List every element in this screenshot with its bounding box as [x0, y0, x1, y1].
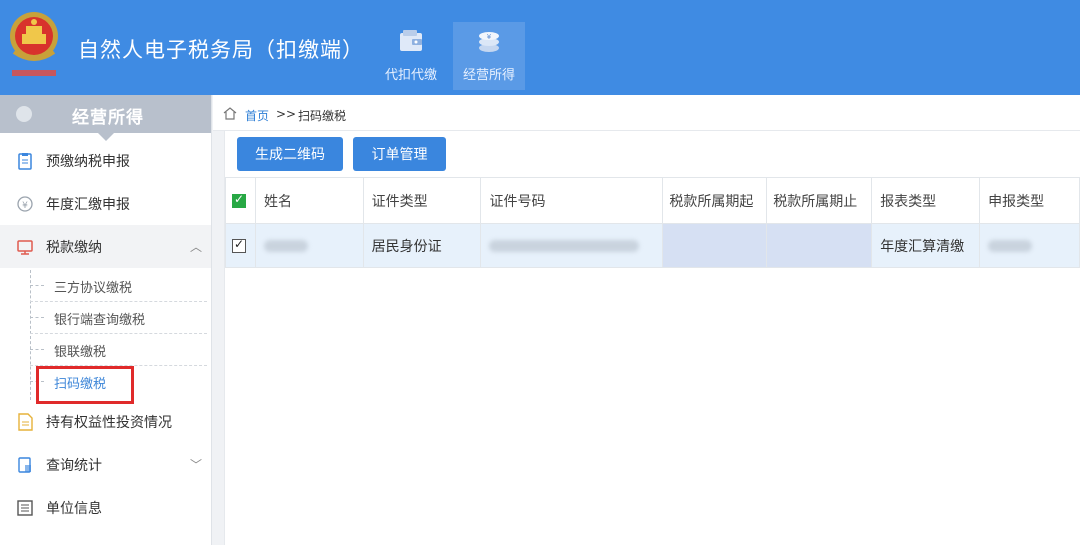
- cell-period-start: [662, 223, 767, 268]
- row-checkbox[interactable]: [232, 237, 246, 253]
- column-header-declare-type: 申报类型: [979, 177, 1080, 224]
- breadcrumb-current: 扫码缴税: [298, 109, 347, 123]
- sidebar-subitem-label: 银联缴税: [54, 345, 107, 360]
- cell-period-end: [766, 223, 873, 268]
- report-icon: [18, 456, 31, 473]
- list-icon: [17, 499, 33, 516]
- sidebar-subitem-label: 银行端查询缴税: [54, 313, 146, 328]
- top-nav-business-income[interactable]: ¥ 经营所得: [453, 22, 525, 90]
- column-header-id-type: 证件类型: [362, 177, 482, 224]
- chevron-up-icon: ︿: [190, 240, 203, 254]
- sidebar-item-label: 查询统计: [46, 457, 102, 474]
- breadcrumb: 首页 >> 扫码缴税: [213, 95, 1080, 131]
- main-content: 生成二维码 订单管理 姓名 证件类型 证件号码 税款所属期起 税款所属期止 报表…: [224, 131, 1080, 545]
- order-management-button[interactable]: 订单管理: [353, 137, 446, 171]
- sidebar-item-label: 年度汇缴申报: [46, 196, 130, 213]
- sidebar-header: 经营所得: [0, 95, 211, 141]
- yuan-coin-icon: ¥: [17, 195, 33, 212]
- table-row[interactable]: 居民身份证 年度汇算清缴: [225, 223, 1080, 268]
- app-title: 自然人电子税务局（扣缴端）: [78, 38, 364, 62]
- sidebar-item-query-stats[interactable]: 查询统计 ﹀: [0, 443, 211, 486]
- highlight-box: [36, 366, 134, 404]
- monitor-icon: [17, 239, 33, 255]
- sidebar-item-annual-settlement[interactable]: ¥ 年度汇缴申报: [0, 182, 211, 225]
- sidebar-item-prepay-declaration[interactable]: 预缴纳税申报: [0, 139, 211, 182]
- sidebar-subitem-unionpay[interactable]: 银联缴税: [0, 334, 211, 366]
- wallet-icon: [400, 30, 422, 51]
- top-nav: 代扣代缴 ¥ 经营所得: [375, 22, 531, 90]
- redacted-declare-type: [988, 239, 1033, 252]
- column-header-period-end: 税款所属期止: [766, 177, 873, 224]
- home-icon: [223, 107, 237, 120]
- column-header-report-type: 报表类型: [871, 177, 981, 224]
- sidebar-title: 经营所得: [72, 108, 144, 128]
- breadcrumb-home-link[interactable]: 首页: [245, 107, 269, 124]
- sidebar-item-label: 税款缴纳: [46, 239, 102, 256]
- chevron-down-icon: ﹀: [190, 458, 203, 472]
- column-header-id-number: 证件号码: [480, 177, 664, 224]
- app-header: 自然人电子税务局（扣缴端） 代扣代缴 ¥ 经营所得: [0, 0, 1080, 95]
- sidebar-subitem-label: 三方协议缴税: [54, 281, 133, 296]
- sidebar-item-equity-investment[interactable]: 持有权益性投资情况: [0, 400, 211, 443]
- top-nav-label: 代扣代缴: [384, 68, 437, 83]
- generate-qr-button[interactable]: 生成二维码: [237, 137, 343, 171]
- cell-id-number: [480, 223, 664, 268]
- row-checkbox-cell[interactable]: [225, 223, 256, 268]
- svg-text:¥: ¥: [22, 201, 28, 211]
- sidebar-item-tax-payment[interactable]: 税款缴纳 ︿: [0, 225, 211, 268]
- column-header-name: 姓名: [254, 177, 364, 224]
- sidebar-item-label: 单位信息: [46, 500, 102, 517]
- sidebar-item-label: 持有权益性投资情况: [46, 414, 172, 431]
- table-header-row: 姓名 证件类型 证件号码 税款所属期起 税款所属期止 报表类型 申报类型: [225, 177, 1080, 224]
- redacted-id-number: [489, 239, 640, 252]
- top-nav-label: 经营所得: [462, 68, 515, 83]
- cell-declare-type: [979, 223, 1080, 268]
- select-all-checkbox[interactable]: [232, 192, 246, 208]
- top-nav-withholding[interactable]: 代扣代缴: [375, 22, 447, 90]
- tax-table: 姓名 证件类型 证件号码 税款所属期起 税款所属期止 报表类型 申报类型 居民身…: [225, 177, 1080, 268]
- coins-icon: ¥: [479, 32, 499, 52]
- clipboard-icon: [18, 152, 32, 170]
- national-tax-emblem-icon: [10, 12, 58, 76]
- cell-id-type: 居民身份证: [362, 223, 482, 268]
- select-all-checkbox-cell[interactable]: [225, 177, 256, 224]
- coin-stack-icon: [16, 106, 32, 122]
- svg-text:¥: ¥: [487, 33, 492, 41]
- sidebar-subitem-bank-query[interactable]: 银行端查询缴税: [0, 302, 211, 334]
- column-header-period-start: 税款所属期起: [662, 177, 768, 224]
- breadcrumb-separator: >>: [276, 107, 297, 121]
- document-icon: [18, 412, 33, 431]
- sidebar-subitem-tripartite[interactable]: 三方协议缴税: [0, 270, 211, 302]
- cell-name: [254, 223, 364, 268]
- cell-report-type: 年度汇算清缴: [871, 223, 981, 268]
- sidebar-item-unit-info[interactable]: 单位信息: [0, 486, 211, 529]
- sidebar-item-label: 预缴纳税申报: [46, 153, 130, 170]
- redacted-name: [263, 239, 308, 252]
